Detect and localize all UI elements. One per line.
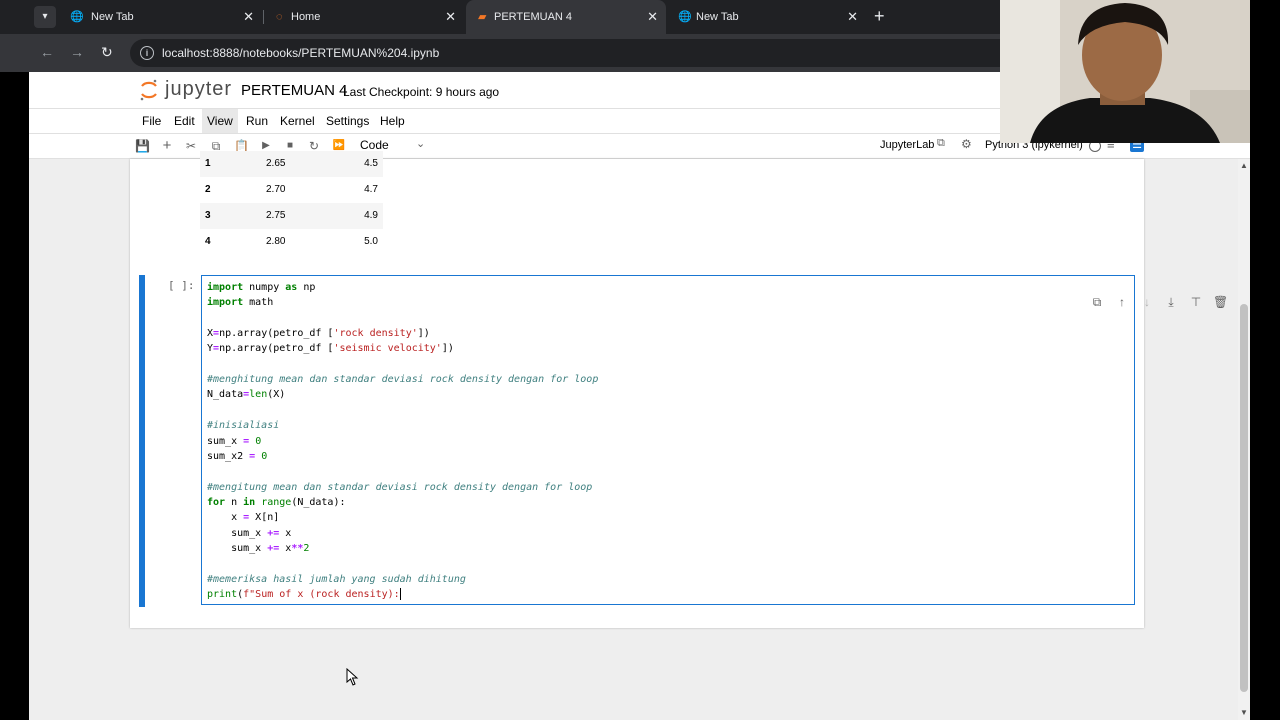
jupyter-logo-icon[interactable] xyxy=(139,78,159,102)
jupyter-logo-text: jupyter xyxy=(165,78,233,100)
row-index: 3 xyxy=(205,210,211,221)
jupyterlab-link[interactable]: JupyterLab xyxy=(880,139,934,151)
address-bar[interactable]: i localhost:8888/notebooks/PERTEMUAN%204… xyxy=(130,39,1130,67)
last-checkpoint: Last Checkpoint: 9 hours ago xyxy=(343,85,500,99)
menu-edit[interactable]: Edit xyxy=(169,109,200,133)
code-line[interactable]: sum_x2 = 0 xyxy=(207,449,267,464)
tab-title: PERTEMUAN 4 xyxy=(494,11,573,23)
cell-rock-density: 2.75 xyxy=(266,210,286,221)
menu-settings[interactable]: Settings xyxy=(321,109,374,133)
site-info-icon[interactable]: i xyxy=(140,46,154,60)
cell-seismic-velocity: 4.5 xyxy=(364,158,378,169)
code-line[interactable]: sum_x += x xyxy=(207,526,291,541)
code-line[interactable]: Y=np.array(petro_df ['seismic velocity']… xyxy=(207,341,454,356)
table-row: 1 2.65 4.5 xyxy=(200,151,383,177)
cell-seismic-velocity: 4.9 xyxy=(364,210,378,221)
table-row: 3 2.75 4.9 xyxy=(200,203,383,229)
reload-icon[interactable]: ↻ xyxy=(101,44,113,61)
code-line[interactable]: sum_x = 0 xyxy=(207,434,261,449)
gear-icon[interactable]: ⚙ xyxy=(961,137,972,151)
tab-home[interactable]: ◌ Home ✕ xyxy=(264,0,464,34)
forward-icon[interactable]: → xyxy=(70,44,84,60)
cell-seismic-velocity: 5.0 xyxy=(364,236,378,247)
close-icon[interactable]: ✕ xyxy=(243,9,254,25)
code-line[interactable]: X=np.array(petro_df ['rock density']) xyxy=(207,326,430,341)
code-editor[interactable]: import numpy as np import math X=np.array(… xyxy=(201,275,1135,605)
cut-icon[interactable]: ✂ xyxy=(184,138,198,154)
insert-below-icon[interactable]: ⊤ xyxy=(1189,295,1203,309)
table-row: 4 2.80 5.0 xyxy=(200,229,383,255)
table-row: 2 2.70 4.7 xyxy=(200,177,383,203)
cell-type-select[interactable]: Code xyxy=(360,138,389,152)
code-line[interactable]: print(f"Sum of x (rock density): xyxy=(207,587,401,602)
row-index: 2 xyxy=(205,184,211,195)
menu-file[interactable]: File xyxy=(137,109,166,133)
chevron-down-icon[interactable]: ⌄ xyxy=(416,137,425,150)
menu-run[interactable]: Run xyxy=(241,109,273,133)
row-index: 4 xyxy=(205,236,211,247)
code-line[interactable]: import numpy as np xyxy=(207,280,315,295)
add-cell-icon[interactable]: + xyxy=(160,138,174,154)
close-icon[interactable]: ✕ xyxy=(445,9,456,25)
code-line[interactable]: x = X[n] xyxy=(207,510,279,525)
menu-kernel[interactable]: Kernel xyxy=(275,109,320,133)
tab-title: New Tab xyxy=(696,11,739,23)
back-icon[interactable]: ← xyxy=(40,44,54,60)
tab-new-tab-2[interactable]: 🌐 New Tab ✕ xyxy=(666,0,866,34)
code-line[interactable]: #inisialiasi xyxy=(207,418,279,433)
tab-search-button[interactable]: ▾ xyxy=(34,6,56,28)
insert-above-icon[interactable]: ⤓ xyxy=(1164,295,1178,309)
globe-icon: 🌐 xyxy=(70,11,84,23)
move-up-icon[interactable]: ↑ xyxy=(1115,295,1129,309)
scroll-down-icon[interactable]: ▼ xyxy=(1238,708,1250,717)
url-text[interactable]: localhost:8888/notebooks/PERTEMUAN%204.i… xyxy=(162,46,439,60)
code-line[interactable]: import math xyxy=(207,295,273,310)
scroll-up-icon[interactable]: ▲ xyxy=(1238,161,1250,170)
mouse-cursor-icon xyxy=(346,668,359,686)
external-link-icon[interactable]: ⧉ xyxy=(937,137,945,150)
code-line[interactable]: #memeriksa hasil jumlah yang sudah dihit… xyxy=(207,572,466,587)
right-black-bar xyxy=(1250,0,1280,720)
duplicate-cell-icon[interactable]: ⧉ xyxy=(1090,295,1104,309)
webcam-overlay xyxy=(1000,0,1250,143)
row-index: 1 xyxy=(205,158,211,169)
menu-view[interactable]: View xyxy=(202,109,238,133)
cell-prompt: [ ]: xyxy=(168,279,195,292)
code-line[interactable]: sum_x += x**2 xyxy=(207,541,309,556)
vertical-scrollbar[interactable]: ▲ ▼ xyxy=(1238,159,1250,720)
close-icon[interactable]: ✕ xyxy=(847,9,858,25)
scrollbar-thumb[interactable] xyxy=(1240,304,1248,692)
notebook-icon: ▰ xyxy=(478,11,487,23)
active-cell-indicator xyxy=(139,275,145,607)
cell-rock-density: 2.65 xyxy=(266,158,286,169)
webcam-person-image xyxy=(1000,0,1250,143)
trash-icon[interactable]: 🗑 xyxy=(1213,295,1228,309)
cell-rock-density: 2.80 xyxy=(266,236,286,247)
code-line[interactable]: #mengitung mean dan standar deviasi rock… xyxy=(207,480,592,495)
code-line[interactable]: for n in range(N_data): xyxy=(207,495,346,510)
globe-icon: 🌐 xyxy=(678,11,692,23)
save-icon[interactable]: 💾 xyxy=(135,138,150,154)
notebook-panel: 1 2.65 4.5 2 2.70 4.7 3 2.75 4.9 4 2.80 … xyxy=(130,151,1228,628)
new-tab-button[interactable]: + xyxy=(874,6,885,27)
tab-new-tab-1[interactable]: 🌐 New Tab ✕ xyxy=(58,0,262,34)
menu-help[interactable]: Help xyxy=(375,109,410,133)
jupyter-app: jupyter PERTEMUAN 4 Last Checkpoint: 9 h… xyxy=(29,72,1250,720)
move-down-icon[interactable]: ↓ xyxy=(1140,295,1154,309)
jupyter-icon: ◌ xyxy=(276,11,283,23)
notebook-title[interactable]: PERTEMUAN 4 xyxy=(241,82,347,99)
tab-title: Home xyxy=(291,11,321,23)
close-icon[interactable]: ✕ xyxy=(647,9,658,25)
tab-title: New Tab xyxy=(91,11,134,23)
text-caret xyxy=(399,588,401,600)
tab-pertemuan-4[interactable]: ▰ PERTEMUAN 4 ✕ xyxy=(466,0,666,34)
cell-seismic-velocity: 4.7 xyxy=(364,184,378,195)
code-line[interactable]: #menghitung mean dan standar deviasi roc… xyxy=(207,372,598,387)
code-line[interactable]: N_data=len(X) xyxy=(207,387,285,402)
cell-rock-density: 2.70 xyxy=(266,184,286,195)
